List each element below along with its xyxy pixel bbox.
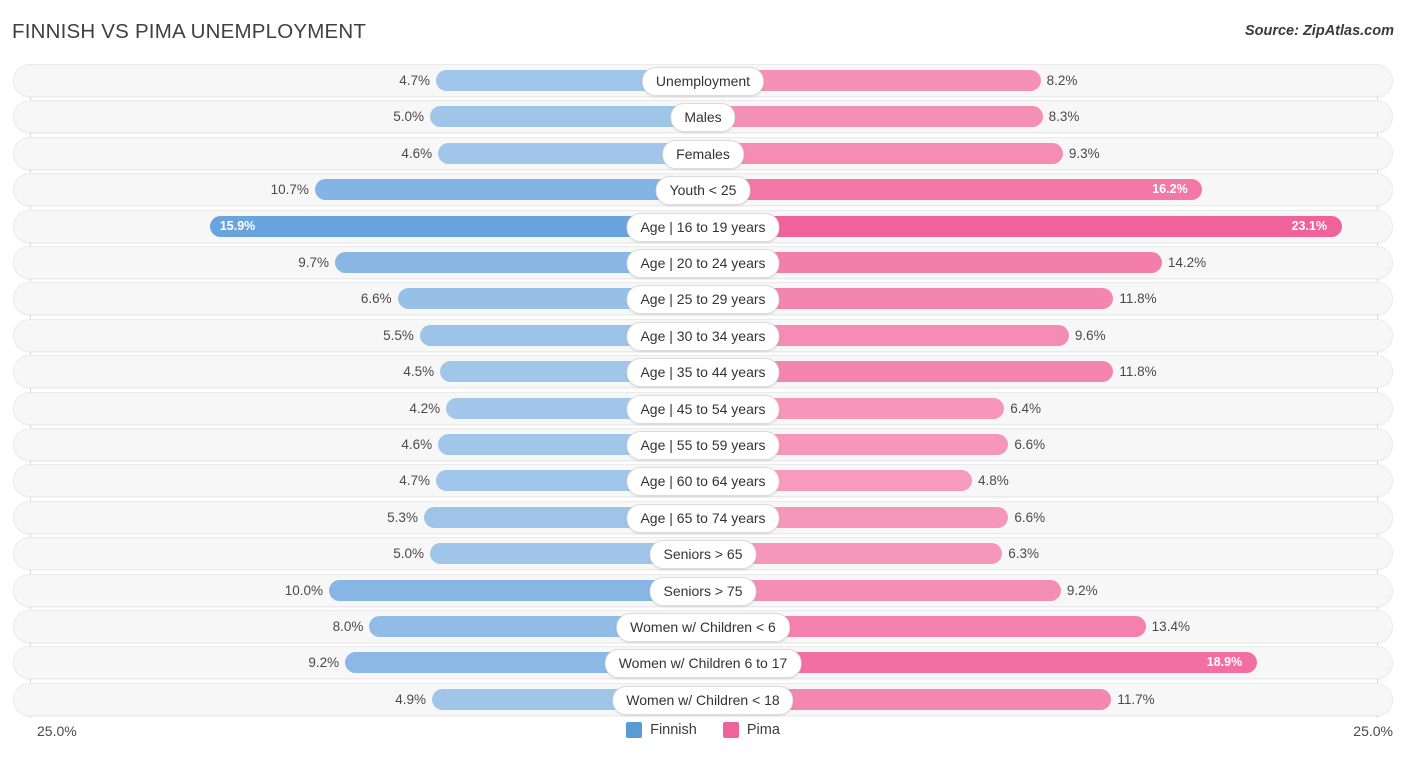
value-label-finnish: 4.2%	[409, 400, 441, 416]
legend-item: Finnish	[626, 722, 697, 738]
value-label-finnish: 5.0%	[393, 546, 424, 562]
bar-pima	[703, 142, 1063, 164]
chart-row: 4.2% 6.4% Age | 45 to 54 years	[13, 391, 1393, 425]
legend-item: Pima	[722, 722, 780, 738]
bar-finnish	[329, 579, 703, 601]
value-label-pima: 6.6%	[1014, 437, 1046, 452]
value-label-finnish: 5.5%	[383, 327, 414, 343]
row-category-label: Males	[670, 103, 736, 133]
chart-row: 4.7% 4.8% Age | 60 to 64 years	[13, 464, 1393, 498]
chart-legend: Finnish Pima	[0, 722, 1406, 738]
legend-label: Pima	[746, 722, 780, 738]
value-label-pima: 6.4%	[1010, 400, 1042, 416]
row-category-label: Age | 16 to 19 years	[626, 212, 780, 242]
chart-row: 4.5% 11.8% Age | 35 to 44 years	[13, 355, 1393, 389]
page-title: FINNISH VS PIMA UNEMPLOYMENT	[12, 20, 367, 43]
value-label-finnish: 9.7%	[298, 255, 330, 270]
value-label-pima: 14.2%	[1167, 255, 1207, 270]
chart-row: 4.7% 8.2% Unemployment	[13, 64, 1393, 97]
value-label-pima: 6.6%	[1014, 509, 1046, 525]
row-category-label: Age | 65 to 74 years	[626, 503, 780, 533]
legend-swatch-icon	[722, 722, 739, 738]
bar-pima	[703, 179, 1203, 201]
value-label-pima: 18.9%	[1206, 655, 1243, 670]
chart-row: 5.3% 6.6% Age | 65 to 74 years	[13, 500, 1393, 534]
value-label-finnish: 15.9%	[219, 218, 256, 233]
value-label-finnish: 4.7%	[399, 73, 431, 88]
chart-row: 5.0% 8.3% Males	[13, 100, 1393, 134]
bar-finnish	[430, 106, 703, 128]
chart-row: 15.9% 23.1% Age | 16 to 19 years	[13, 209, 1393, 243]
row-category-label: Seniors > 65	[649, 540, 757, 570]
chart-row: 4.6% 6.6% Age | 55 to 59 years	[13, 428, 1393, 461]
value-label-finnish: 4.5%	[403, 364, 435, 380]
value-label-pima: 8.3%	[1048, 109, 1080, 125]
value-label-pima: 4.8%	[977, 473, 1009, 489]
value-label-pima: 6.3%	[1008, 546, 1040, 562]
value-label-pima: 16.2%	[1152, 182, 1188, 197]
row-category-label: Unemployment	[641, 67, 765, 96]
value-label-finnish: 4.7%	[399, 473, 431, 489]
row-category-label: Age | 25 to 29 years	[626, 285, 780, 315]
chart-row: 10.7% 16.2% Youth < 25	[13, 173, 1393, 207]
bar-finnish	[314, 179, 703, 201]
value-label-pima: 23.1%	[1291, 218, 1328, 233]
chart-row: 10.0% 9.2% Seniors > 75	[13, 573, 1393, 607]
row-category-label: Women w/ Children 6 to 17	[604, 649, 802, 679]
chart-row: 9.7% 14.2% Age | 20 to 24 years	[13, 246, 1393, 279]
value-label-finnish: 5.3%	[387, 509, 418, 525]
legend-label: Finnish	[650, 722, 697, 738]
row-category-label: Age | 20 to 24 years	[626, 249, 780, 278]
value-label-finnish: 4.6%	[401, 437, 433, 452]
bar-pima	[703, 215, 1342, 237]
row-category-label: Seniors > 75	[649, 576, 757, 606]
chart-row: 4.6% 9.3% Females	[13, 136, 1393, 170]
bar-pima	[703, 579, 1061, 601]
value-label-finnish: 4.6%	[401, 145, 433, 161]
legend-swatch-icon	[626, 722, 643, 738]
value-label-pima: 11.8%	[1119, 364, 1157, 380]
value-label-finnish: 10.7%	[270, 182, 309, 198]
chart-row: 5.0% 6.3% Seniors > 65	[13, 537, 1393, 571]
value-label-pima: 13.4%	[1151, 619, 1190, 634]
value-label-finnish: 6.6%	[360, 291, 392, 307]
chart-row: 8.0% 13.4% Women w/ Children < 6	[13, 610, 1393, 643]
value-label-finnish: 8.0%	[332, 619, 364, 634]
row-category-label: Age | 60 to 64 years	[626, 467, 780, 497]
chart-row: 9.2% 18.9% Women w/ Children 6 to 17	[13, 646, 1393, 680]
row-category-label: Age | 35 to 44 years	[626, 358, 780, 388]
row-category-label: Females	[662, 139, 744, 169]
chart-row: 6.6% 11.8% Age | 25 to 29 years	[13, 282, 1393, 316]
chart-row: 4.9% 11.7% Women w/ Children < 18	[13, 682, 1393, 716]
value-label-finnish: 9.2%	[308, 655, 340, 671]
row-category-label: Youth < 25	[655, 176, 751, 206]
chart-footer: 25.0% 25.0% Finnish Pima	[0, 718, 1406, 757]
value-label-pima: 9.2%	[1066, 582, 1098, 598]
row-category-label: Women w/ Children < 6	[616, 613, 790, 642]
value-label-pima: 8.2%	[1046, 73, 1078, 88]
value-label-finnish: 10.0%	[284, 582, 323, 598]
value-label-finnish: 4.9%	[395, 691, 427, 707]
source-label: Source: ZipAtlas.com	[1244, 23, 1394, 39]
bar-pima	[703, 106, 1043, 128]
value-label-finnish: 5.0%	[393, 109, 424, 125]
chart-plot-area: 4.7% 8.2% Unemployment 5.0% 8.3% Males 4.6% 9.3…	[0, 60, 1406, 718]
chart-header: FINNISH VS PIMA UNEMPLOYMENT Source: Zip…	[0, 0, 1406, 58]
value-label-pima: 9.3%	[1068, 145, 1100, 161]
row-category-label: Age | 30 to 34 years	[626, 321, 780, 351]
row-category-label: Women w/ Children < 18	[612, 685, 794, 715]
chart-row: 5.5% 9.6% Age | 30 to 34 years	[13, 318, 1393, 352]
row-category-label: Age | 45 to 54 years	[626, 394, 780, 424]
value-label-pima: 9.6%	[1074, 327, 1106, 343]
row-category-label: Age | 55 to 59 years	[626, 431, 780, 460]
value-label-pima: 11.7%	[1117, 691, 1155, 707]
value-label-pima: 11.8%	[1119, 291, 1157, 307]
